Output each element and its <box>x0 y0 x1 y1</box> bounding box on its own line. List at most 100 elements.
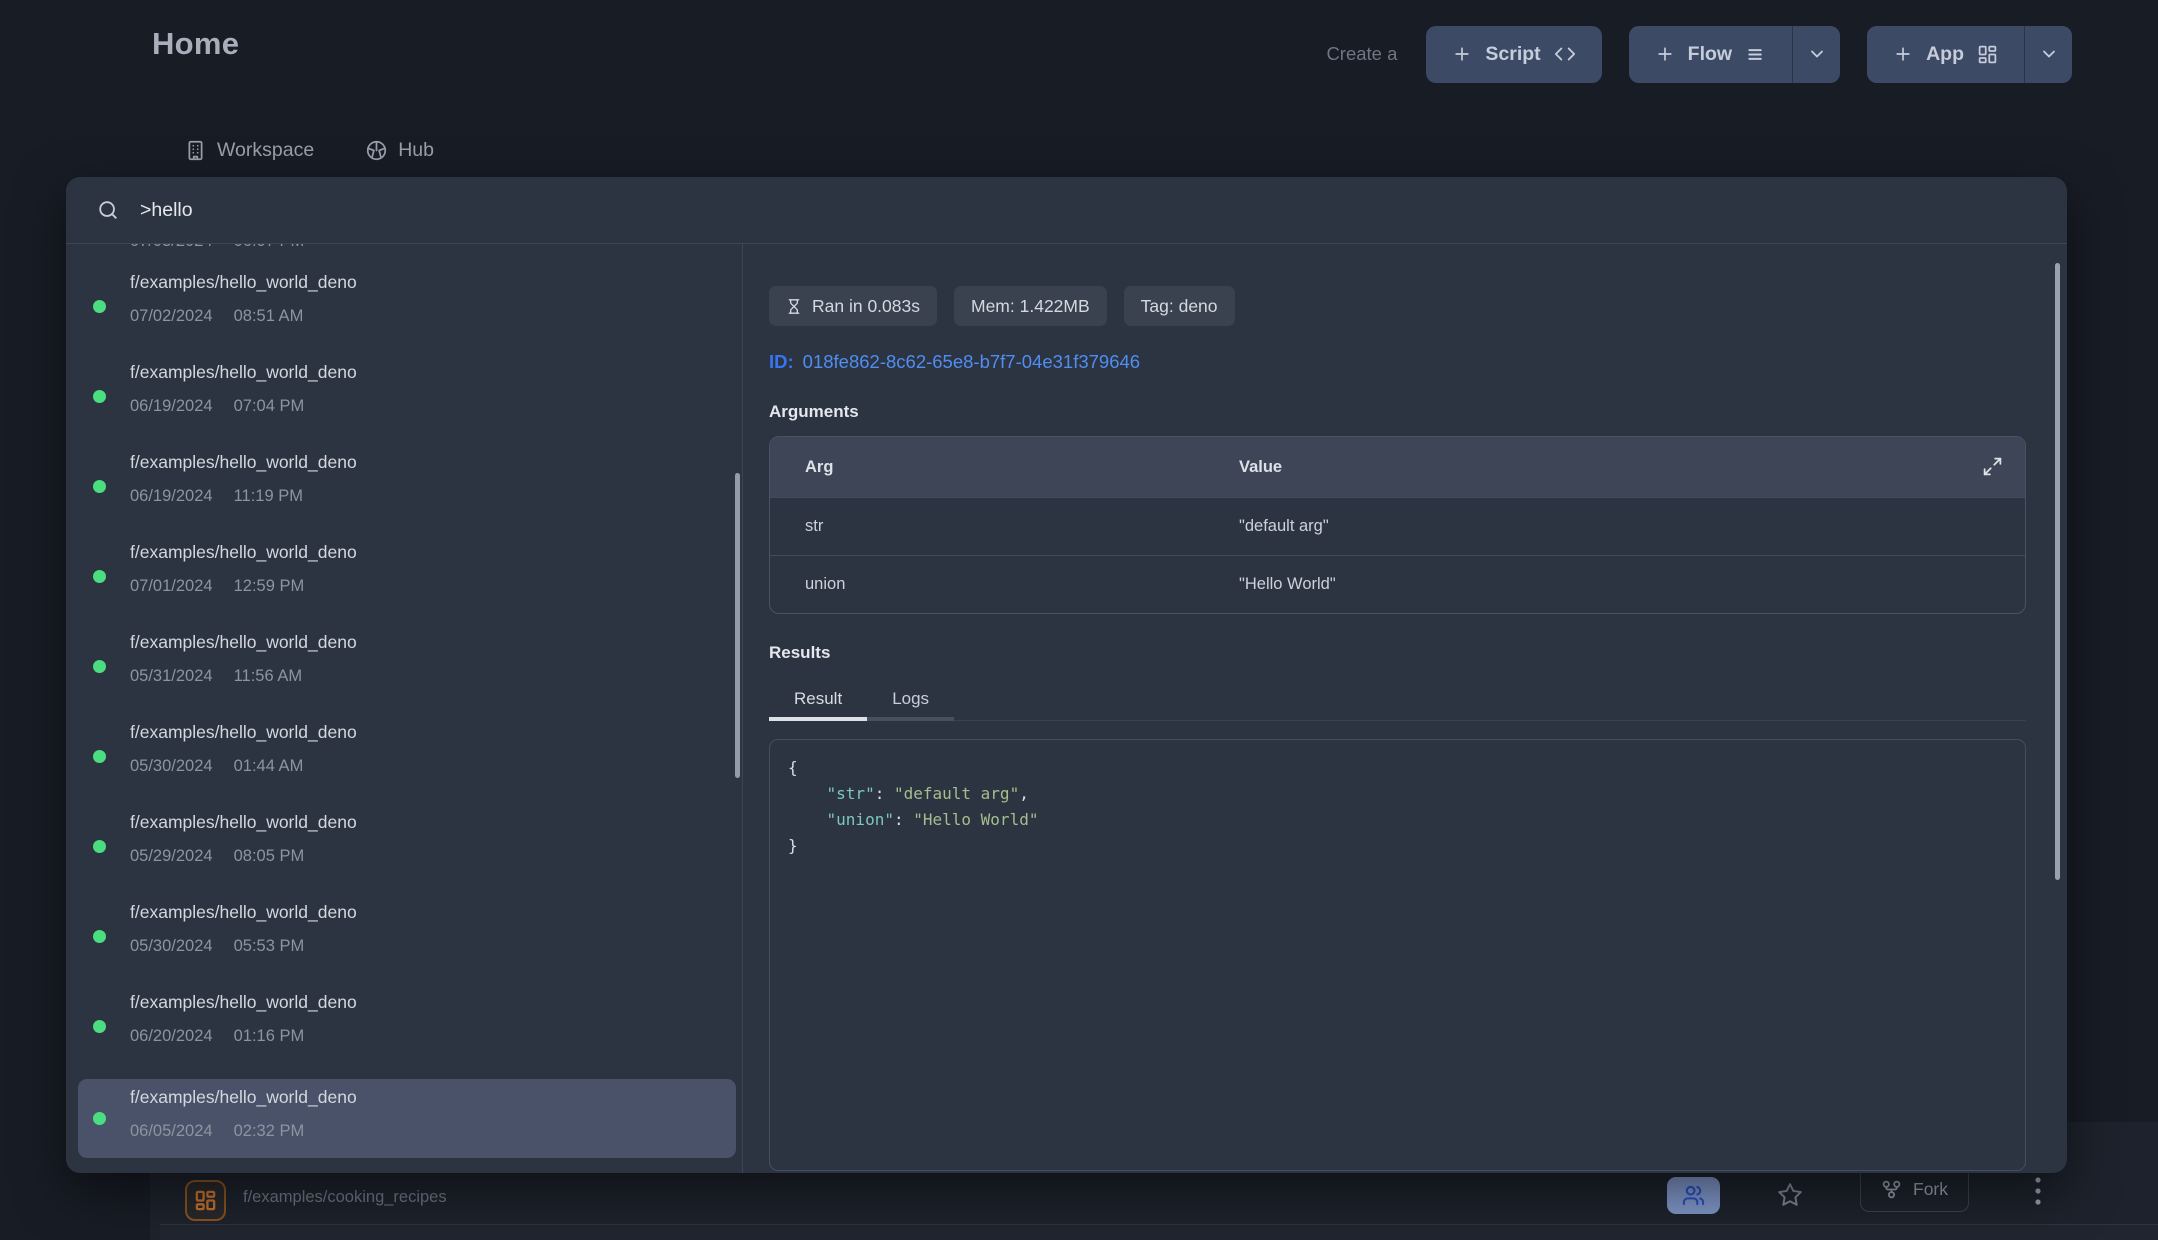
run-id-link[interactable]: 018fe862-8c62-65e8-b7f7-04e31f379646 <box>803 351 1140 372</box>
run-path: f/examples/hello_world_deno <box>130 1087 736 1108</box>
run-list-item[interactable]: f/examples/hello_world_deno 07/02/202408:… <box>78 269 736 343</box>
memory-badge: Mem: 1.422MB <box>954 286 1107 326</box>
run-date: 07/03/2024 <box>130 244 213 250</box>
run-list-item[interactable]: f/examples/hello_world_deno 05/29/202408:… <box>78 809 736 883</box>
command-palette-modal: 07/03/2024 06:07 PM f/examples/hello_worl… <box>66 177 2067 1173</box>
tab-workspace[interactable]: Workspace <box>185 139 314 162</box>
run-list-item[interactable]: f/examples/hello_world_deno 06/19/202411:… <box>78 449 736 523</box>
home-tabs: Workspace Hub <box>185 139 434 162</box>
tab-workspace-label: Workspace <box>217 139 314 162</box>
run-list-item[interactable]: f/examples/hello_world_deno 05/30/202401:… <box>78 719 736 793</box>
run-timestamp: 06/05/202402:32 PM <box>130 1122 736 1141</box>
code-icon <box>1554 43 1576 65</box>
success-status-dot <box>93 750 106 763</box>
create-label: Create a <box>1326 43 1397 65</box>
create-app-button-group: App <box>1867 26 2072 83</box>
success-status-dot <box>93 660 106 673</box>
building-icon <box>185 140 206 161</box>
arguments-title: Arguments <box>769 402 2067 422</box>
hourglass-icon <box>786 297 802 316</box>
run-path: f/examples/hello_world_deno <box>130 992 736 1013</box>
run-timestamp: 07/01/202412:59 PM <box>130 577 736 596</box>
run-list-item[interactable]: f/examples/hello_world_deno 07/01/202412:… <box>78 539 736 613</box>
create-script-label: Script <box>1485 43 1540 66</box>
run-timestamp: 05/30/202405:53 PM <box>130 937 736 956</box>
tab-result[interactable]: Result <box>769 680 867 721</box>
run-timestamp: 06/20/202401:16 PM <box>130 1027 736 1046</box>
kebab-menu-icon[interactable] <box>2026 1176 2050 1210</box>
plus-icon <box>1893 44 1913 64</box>
run-timestamp: 05/31/202411:56 AM <box>130 667 736 686</box>
run-path: f/examples/hello_world_deno <box>130 542 736 563</box>
success-status-dot <box>93 570 106 583</box>
run-list-item[interactable]: f/examples/hello_world_deno06/19/202407:… <box>78 359 736 433</box>
run-list-item[interactable]: f/examples/hello_world_deno 05/31/202411:… <box>78 629 736 703</box>
arg-name: str <box>770 517 1239 536</box>
result-json: { "str": "default arg", "union": "Hello … <box>769 739 2026 1171</box>
flow-icon <box>1745 44 1766 65</box>
column-header-value: Value <box>1239 458 2025 477</box>
search-input[interactable] <box>140 199 2067 222</box>
success-status-dot <box>93 930 106 943</box>
run-timestamp: 05/29/202408:05 PM <box>130 847 736 866</box>
dashboard-icon <box>1977 44 1998 65</box>
run-path: f/examples/hello_world_deno <box>130 272 736 293</box>
run-time: 06:07 PM <box>234 244 305 250</box>
flow-dropdown-button[interactable] <box>1792 26 1840 83</box>
run-path: f/examples/hello_world_deno <box>130 722 736 743</box>
chevron-down-icon <box>1807 44 1827 64</box>
table-row: union "Hello World" <box>770 555 2025 613</box>
run-timestamp: 05/30/202401:44 AM <box>130 757 736 776</box>
run-list-scrollbar[interactable] <box>735 473 740 778</box>
run-detail-panel: Ran in 0.083s Mem: 1.422MB Tag: deno ID:… <box>743 244 2067 1173</box>
fork-label: Fork <box>1913 1179 1948 1200</box>
run-path: f/examples/hello_world_deno <box>130 632 736 653</box>
run-list-items: f/examples/hello_world_deno 07/02/202408:… <box>66 269 742 1158</box>
create-flow-button-group: Flow <box>1629 26 1840 83</box>
success-status-dot <box>93 840 106 853</box>
create-actions: Create a Script Flow <box>1326 25 2072 83</box>
git-fork-icon <box>1881 1179 1902 1200</box>
run-path: f/examples/hello_world_deno <box>130 902 736 923</box>
create-app-label: App <box>1926 43 1964 66</box>
shared-users-badge[interactable] <box>1667 1177 1720 1214</box>
results-title: Results <box>769 643 2067 663</box>
create-script-button[interactable]: Script <box>1426 26 1601 83</box>
tab-hub-label: Hub <box>398 139 434 162</box>
run-list-item[interactable]: f/examples/hello_world_deno 06/20/202401:… <box>78 989 736 1063</box>
arg-value: "default arg" <box>1239 517 2025 536</box>
duration-badge: Ran in 0.083s <box>769 286 937 326</box>
app-icon <box>185 1180 226 1221</box>
run-path: f/examples/hello_world_deno <box>130 812 736 833</box>
tag-badge-label: Tag: deno <box>1141 296 1218 317</box>
expand-icon[interactable] <box>1982 456 2003 477</box>
arguments-table: Arg Value str "default arg" union "Hello… <box>769 436 2026 614</box>
plus-icon <box>1452 44 1472 64</box>
run-timestamp: 06/19/202411:19 PM <box>130 487 736 506</box>
success-status-dot <box>93 300 106 313</box>
detail-scrollbar[interactable] <box>2055 263 2060 880</box>
next-row-partial <box>160 1225 2158 1240</box>
app-dropdown-button[interactable] <box>2024 26 2072 83</box>
run-list-item-clipped[interactable]: 07/03/2024 06:07 PM <box>130 244 304 263</box>
create-app-button[interactable]: App <box>1867 26 2024 83</box>
column-header-arg: Arg <box>770 458 1239 477</box>
table-row: str "default arg" <box>770 497 2025 555</box>
run-timestamp: 07/02/202408:51 AM <box>130 307 736 326</box>
arg-name: union <box>770 575 1239 594</box>
star-icon[interactable] <box>1777 1182 1803 1208</box>
tab-hub[interactable]: Hub <box>366 139 434 162</box>
run-path: f/examples/hello_world_deno <box>130 452 736 473</box>
memory-badge-label: Mem: 1.422MB <box>971 296 1090 317</box>
tab-logs[interactable]: Logs <box>867 680 954 721</box>
run-list-item[interactable]: f/examples/hello_world_deno 05/30/202405:… <box>78 899 736 973</box>
run-id-label: ID: <box>769 351 794 372</box>
users-icon <box>1682 1184 1705 1207</box>
globe-icon <box>366 140 387 161</box>
create-flow-button[interactable]: Flow <box>1629 26 1792 83</box>
run-list-item[interactable]: f/examples/hello_world_deno 06/05/202402:… <box>78 1079 736 1158</box>
run-id-line: ID: 018fe862-8c62-65e8-b7f7-04e31f379646 <box>769 351 2067 373</box>
arg-value: "Hello World" <box>1239 575 2025 594</box>
item-path: f/examples/cooking_recipes <box>243 1188 447 1207</box>
tag-badge: Tag: deno <box>1124 286 1235 326</box>
